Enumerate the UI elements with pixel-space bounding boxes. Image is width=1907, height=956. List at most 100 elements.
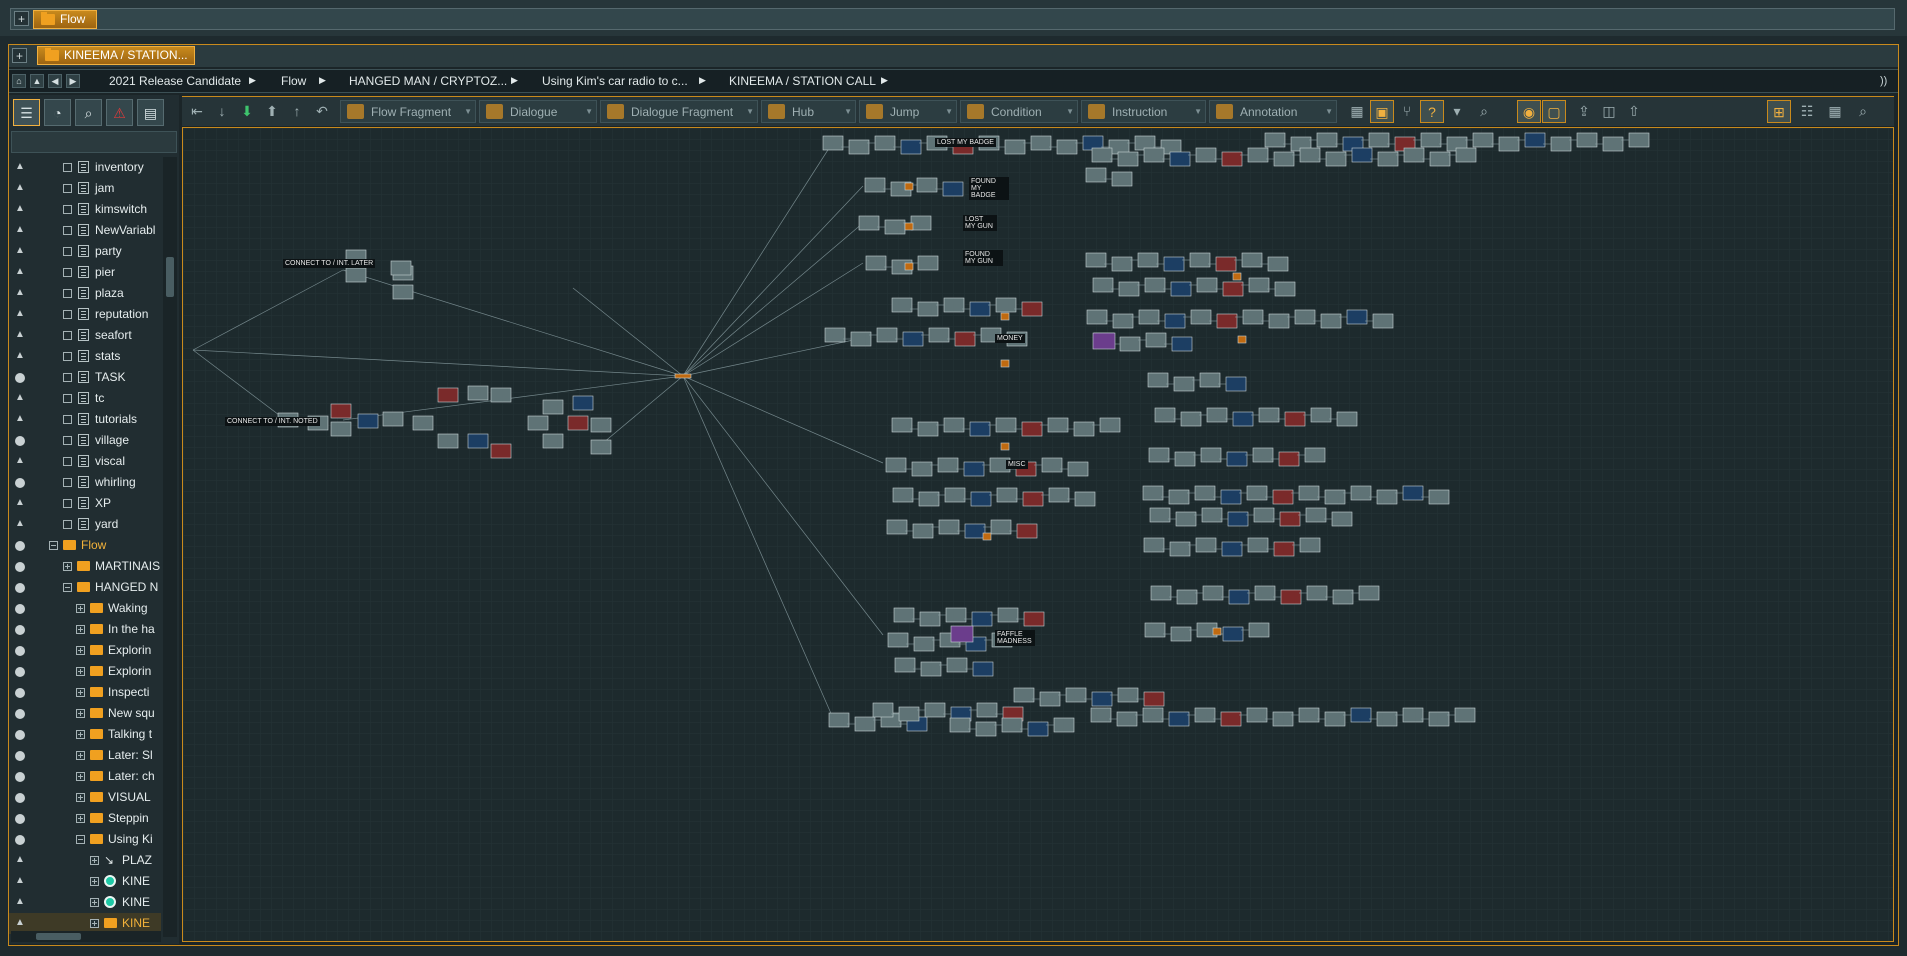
checkbox[interactable]	[63, 289, 72, 298]
chevron-right-icon[interactable]: ▶	[319, 75, 326, 86]
flow-node[interactable]	[1280, 589, 1302, 605]
breadcrumb-item[interactable]: 2021 Release Candidate	[109, 74, 241, 88]
breadcrumb-item[interactable]: HANGED MAN / CRYPTOZ...	[349, 74, 507, 88]
flow-node[interactable]	[1212, 627, 1222, 636]
flow-node[interactable]	[1067, 461, 1089, 477]
checkbox[interactable]	[63, 268, 72, 277]
flow-node[interactable]	[1420, 132, 1442, 148]
flow-node[interactable]	[1253, 507, 1275, 523]
flow-node[interactable]	[990, 519, 1012, 535]
tree-item[interactable]: ▲ stats	[9, 346, 161, 367]
flow-node[interactable]	[996, 487, 1018, 503]
flow-node[interactable]	[1143, 537, 1165, 553]
up-arrow-icon[interactable]: ▲	[30, 74, 44, 88]
flow-node[interactable]	[1170, 626, 1192, 642]
flow-node[interactable]	[1264, 132, 1286, 148]
flow-node[interactable]	[1168, 489, 1190, 505]
flow-node[interactable]	[885, 457, 907, 473]
tree-item[interactable]: whirling	[9, 472, 161, 493]
flow-node[interactable]	[886, 519, 908, 535]
flow-node[interactable]	[1252, 447, 1274, 463]
flow-node[interactable]	[345, 267, 367, 283]
tree-vertical-scrollbar[interactable]	[163, 157, 177, 937]
expand-icon[interactable]	[76, 814, 85, 823]
flow-node[interactable]	[1085, 167, 1107, 183]
flow-node[interactable]	[943, 297, 965, 313]
flow-node[interactable]	[937, 457, 959, 473]
flow-node[interactable]	[995, 297, 1017, 313]
expand-icon[interactable]	[76, 646, 85, 655]
search-icon[interactable]: ⌕	[75, 99, 102, 126]
flow-node[interactable]	[1143, 147, 1165, 163]
zoom-icon[interactable]: ⌕	[1472, 100, 1496, 123]
new-document-tab-button[interactable]: +	[12, 48, 27, 63]
flow-node[interactable]	[674, 373, 692, 379]
flow-node[interactable]	[1001, 717, 1023, 733]
tree-item[interactable]: Talking t	[9, 724, 161, 745]
layout-icon[interactable]: ⇤	[185, 100, 209, 123]
preview-icon[interactable]: ▣	[1370, 100, 1394, 123]
flow-node[interactable]	[1227, 511, 1249, 527]
checkbox[interactable]	[63, 436, 72, 445]
flow-canvas[interactable]: CONNECT TO / INT. LATER CONNECT TO / INT…	[182, 127, 1894, 942]
flow-node[interactable]	[917, 301, 939, 317]
flow-node[interactable]	[1320, 313, 1342, 329]
collapse-icon[interactable]	[63, 583, 72, 592]
expand-icon[interactable]	[76, 625, 85, 634]
flow-node[interactable]	[1142, 485, 1164, 501]
flow-node[interactable]	[1180, 411, 1202, 427]
flow-node[interactable]	[1267, 256, 1289, 272]
connections-icon[interactable]: ⑂	[1395, 100, 1419, 123]
flow-node[interactable]	[1273, 541, 1295, 557]
list-view-icon[interactable]: ☰	[13, 99, 40, 126]
flow-node[interactable]	[1148, 447, 1170, 463]
flow-node[interactable]	[904, 222, 914, 231]
flow-node[interactable]	[1472, 132, 1494, 148]
undo-icon[interactable]: ↶	[310, 100, 334, 123]
up-circle-icon[interactable]: ⬆	[260, 100, 284, 123]
flow-node[interactable]	[1021, 421, 1043, 437]
flow-node[interactable]	[1272, 711, 1294, 727]
flow-node[interactable]	[1116, 711, 1138, 727]
back-arrow-icon[interactable]: ◀	[48, 74, 62, 88]
flow-node[interactable]	[1145, 332, 1167, 348]
expand-icon[interactable]	[76, 730, 85, 739]
flow-node[interactable]	[1350, 707, 1372, 723]
tree-item[interactable]: ▲ viscal	[9, 451, 161, 472]
flow-node[interactable]	[824, 327, 846, 343]
flow-node[interactable]	[490, 443, 512, 459]
tree-item[interactable]: ▲ KINE	[9, 871, 161, 892]
expand-icon[interactable]	[63, 562, 72, 571]
instruction-button[interactable]: Instruction ▼	[1081, 100, 1206, 123]
tree-item[interactable]: TASK	[9, 367, 161, 388]
scrollbar-thumb[interactable]	[166, 257, 174, 297]
flow-node[interactable]	[938, 519, 960, 535]
flow-node[interactable]	[1073, 421, 1095, 437]
flow-node[interactable]	[1056, 139, 1078, 155]
flow-node[interactable]	[1310, 407, 1332, 423]
hub-button[interactable]: Hub ▼	[761, 100, 856, 123]
flow-node[interactable]	[1154, 407, 1176, 423]
flow-node[interactable]	[916, 177, 938, 193]
tree-item[interactable]: Inspecti	[9, 682, 161, 703]
flow-node[interactable]	[1237, 335, 1247, 344]
flow-node[interactable]	[590, 439, 612, 455]
flow-node[interactable]	[1220, 489, 1242, 505]
flow-node[interactable]	[1225, 376, 1247, 392]
sidebar-filter-input[interactable]	[11, 131, 177, 153]
flow-node[interactable]	[1298, 707, 1320, 723]
flow-node[interactable]	[1022, 491, 1044, 507]
tree-item[interactable]: Later: ch	[9, 766, 161, 787]
down-arrow-icon[interactable]: ↓	[210, 100, 234, 123]
flow-node[interactable]	[858, 215, 880, 231]
tree-item[interactable]: ▲ seafort	[9, 325, 161, 346]
flow-node[interactable]	[1206, 407, 1228, 423]
chevron-down-icon[interactable]: ▾	[1445, 100, 1469, 123]
flow-node[interactable]	[1021, 301, 1043, 317]
flow-node[interactable]	[1498, 136, 1520, 152]
flow-node[interactable]	[1305, 507, 1327, 523]
tab-kineema-station[interactable]: KINEEMA / STATION...	[37, 46, 195, 65]
flow-node[interactable]	[1023, 611, 1045, 627]
flow-node[interactable]	[884, 219, 906, 235]
tree-item[interactable]: village	[9, 430, 161, 451]
